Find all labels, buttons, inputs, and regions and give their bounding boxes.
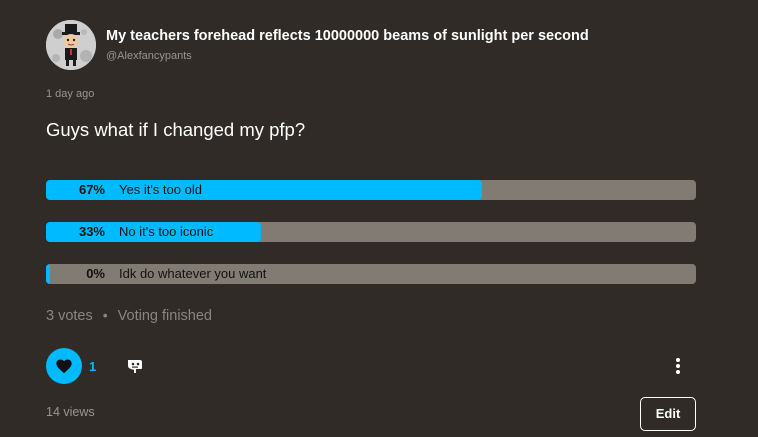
poll-option-1[interactable]: 67% Yes it's too old [46,180,696,200]
more-vertical-icon [676,358,680,374]
poll-option-label: Yes it's too old [119,182,202,197]
author-name[interactable]: My teachers forehead reflects 10000000 b… [106,28,589,44]
poll-status: Voting finished [117,308,212,324]
poll-summary: 3 votes • Voting finished [46,307,212,324]
like-count[interactable]: 1 [89,359,96,374]
vote-count: 3 votes [46,308,93,324]
poll-option-label: No it's too iconic [119,224,214,239]
avatar-image [46,20,96,70]
poll-option-percent: 0% [86,266,105,281]
more-options-button[interactable] [668,355,688,377]
edit-button[interactable]: Edit [640,397,696,431]
reaction-button[interactable] [126,357,144,375]
poll-option-2[interactable]: 33% No it's too iconic [46,222,696,242]
separator-dot: • [102,307,108,323]
poll-post: My teachers forehead reflects 10000000 b… [0,0,758,437]
poll-option-3[interactable]: 0% Idk do whatever you want [46,264,696,284]
author-handle[interactable]: @Alexfancypants [106,50,192,62]
poll-option-label: Idk do whatever you want [119,266,267,281]
poll-question: Guys what if I changed my pfp? [46,119,306,140]
poll-option-percent: 67% [78,182,105,197]
reaction-icon [128,360,142,373]
poll-option-fill [46,180,482,200]
view-count: 14 views [46,405,95,419]
post-timestamp: 1 day ago [46,88,95,100]
poll-option-percent: 33% [78,224,105,239]
heart-icon [56,359,72,373]
avatar[interactable] [46,20,96,70]
like-button[interactable] [46,348,82,384]
